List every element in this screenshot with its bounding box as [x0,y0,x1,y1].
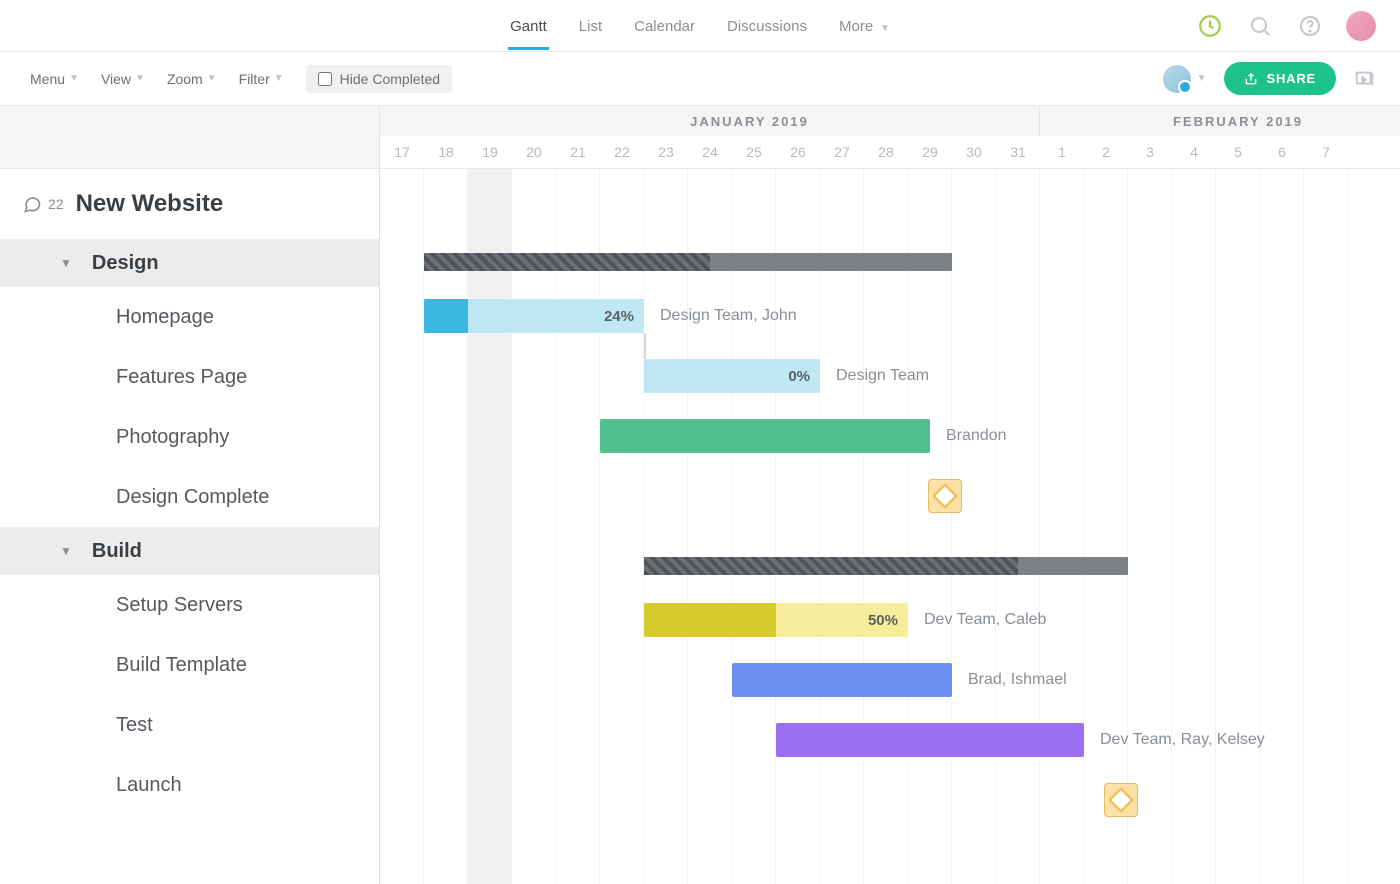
task-bar[interactable]: 0% [644,359,820,393]
gantt-row: 50% Dev Team, Caleb [380,591,1400,651]
task-bar[interactable] [600,419,930,453]
zoom-dropdown[interactable]: Zoom▼ [161,65,223,93]
gantt-row: 0% Design Team [380,347,1400,407]
task-row[interactable]: Homepage [0,287,379,347]
day-label: 18 [424,136,468,168]
comments-button[interactable]: 22 [22,194,64,214]
task-assignees: Dev Team, Ray, Kelsey [1100,731,1265,749]
day-label: 23 [644,136,688,168]
group-row[interactable]: ▼ Build [0,527,379,575]
content: 22 New Website ▼ Design HomepageFeatures P… [0,169,1400,884]
task-row[interactable]: Design Complete [0,467,379,527]
task-percent: 24% [604,308,634,325]
tab-list[interactable]: List [577,2,604,49]
gantt-row: Brandon [380,407,1400,467]
month-label: FEBRUARY 2019 [1040,106,1400,136]
present-icon[interactable] [1354,68,1376,90]
day-label: 28 [864,136,908,168]
tab-calendar[interactable]: Calendar [632,2,697,49]
share-button-label: SHARE [1266,71,1316,86]
task-row[interactable]: Setup Servers [0,575,379,635]
day-label: 30 [952,136,996,168]
filter-dropdown[interactable]: Filter▼ [233,65,290,93]
day-label: 22 [600,136,644,168]
task-assignees: Design Team, John [660,307,797,325]
help-icon[interactable] [1296,12,1324,40]
search-icon[interactable] [1246,12,1274,40]
timeline-header: JANUARY 2019FEBRUARY 2019 17181920212223… [0,106,1400,169]
task-percent: 50% [868,612,898,629]
milestone-marker[interactable] [1104,783,1138,817]
day-label: 4 [1172,136,1216,168]
day-label: 17 [380,136,424,168]
day-label: 19 [468,136,512,168]
task-bar[interactable] [776,723,1084,757]
toolbar: Menu▼ View▼ Zoom▼ Filter▼ Hide Completed… [0,52,1400,106]
milestone-marker[interactable] [928,479,962,513]
gantt-row: 24% Design Team, John [380,287,1400,347]
task-assignees: Brandon [946,427,1007,445]
hide-completed-checkbox[interactable] [318,72,332,86]
day-label: 26 [776,136,820,168]
task-assignees: Brad, Ishmael [968,671,1067,689]
project-title[interactable]: New Website [76,190,224,218]
task-bar[interactable]: 24% [424,299,644,333]
tab-discussions[interactable]: Discussions [725,2,809,49]
tab-gantt[interactable]: Gantt [508,2,549,49]
top-nav: Gantt List Calendar Discussions More ▼ [0,0,1400,52]
group-row[interactable]: ▼ Design [0,239,379,287]
summary-bar[interactable] [644,557,1128,575]
task-row[interactable]: Test [0,695,379,755]
gantt-row [380,771,1400,831]
day-label: 21 [556,136,600,168]
task-percent: 0% [788,368,810,385]
task-bar[interactable] [732,663,952,697]
time-icon[interactable] [1196,12,1224,40]
comment-count: 22 [48,196,64,212]
day-label: 5 [1216,136,1260,168]
chevron-down-icon: ▼ [60,544,72,558]
task-list-sidebar: 22 New Website ▼ Design HomepageFeatures P… [0,169,380,884]
view-dropdown[interactable]: View▼ [95,65,151,93]
task-bar[interactable]: 50% [644,603,908,637]
day-label: 2 [1084,136,1128,168]
day-label: 24 [688,136,732,168]
user-avatar-icon [1163,65,1191,93]
tab-more[interactable]: More ▼ [837,2,892,49]
profile-avatar[interactable] [1346,11,1376,41]
task-row[interactable]: Features Page [0,347,379,407]
gantt-row: Brad, Ishmael [380,651,1400,711]
assignee-filter-chip[interactable]: ▼ [1163,65,1207,93]
hide-completed-toggle[interactable]: Hide Completed [306,65,452,93]
day-label: 27 [820,136,864,168]
group-name: Design [92,252,159,275]
day-label: 1 [1040,136,1084,168]
day-label: 7 [1304,136,1348,168]
day-label: 25 [732,136,776,168]
view-tabs: Gantt List Calendar Discussions More ▼ [508,2,892,49]
chevron-down-icon: ▼ [60,256,72,270]
gantt-row: Dev Team, Ray, Kelsey [380,711,1400,771]
gantt-chart[interactable]: 24% Design Team, John 0% Design Team Brandon… [380,169,1400,884]
share-button[interactable]: SHARE [1224,62,1336,95]
task-row[interactable]: Photography [0,407,379,467]
day-label: 20 [512,136,556,168]
hide-completed-label: Hide Completed [340,71,440,87]
gantt-row [380,467,1400,527]
day-label: 3 [1128,136,1172,168]
day-label: 31 [996,136,1040,168]
task-assignees: Dev Team, Caleb [924,611,1046,629]
task-row[interactable]: Build Template [0,635,379,695]
month-label: JANUARY 2019 [380,106,1040,136]
task-row[interactable]: Launch [0,755,379,815]
day-label: 29 [908,136,952,168]
summary-bar[interactable] [424,253,952,271]
group-name: Build [92,540,142,563]
day-label: 6 [1260,136,1304,168]
menu-dropdown[interactable]: Menu▼ [24,65,85,93]
task-assignees: Design Team [836,367,929,385]
